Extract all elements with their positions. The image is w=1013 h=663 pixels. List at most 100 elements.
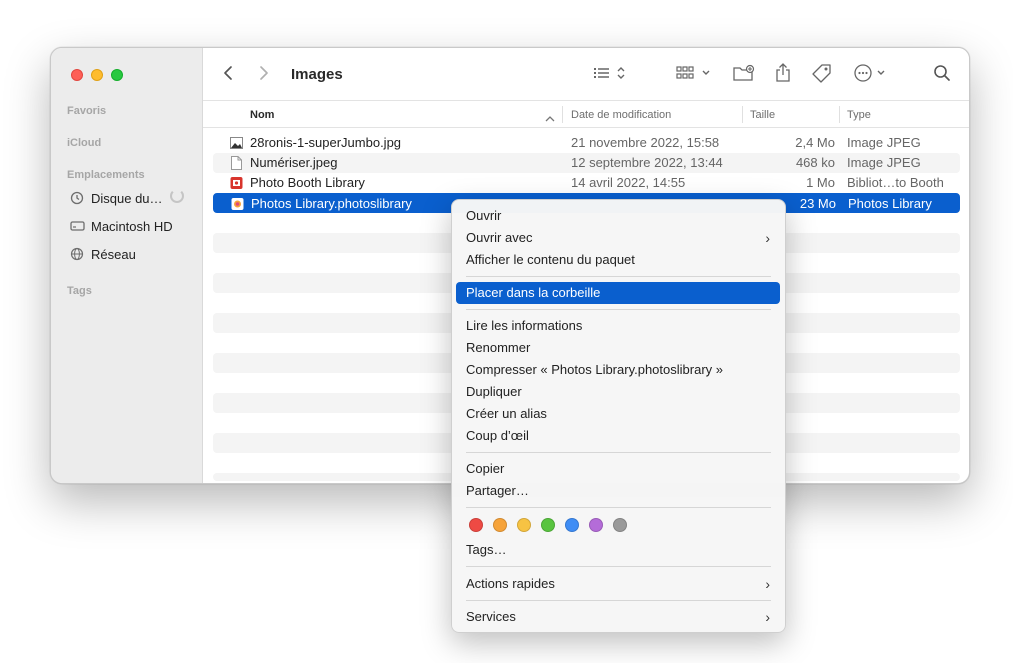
tag-purple-button[interactable] xyxy=(589,518,603,532)
menu-separator xyxy=(466,276,771,277)
share-icon xyxy=(775,62,791,88)
view-list-button[interactable] xyxy=(593,63,627,87)
new-folder-button[interactable] xyxy=(733,63,755,87)
file-type: Bibliot…to Booth xyxy=(847,175,944,190)
sidebar-item-label: Disque du… xyxy=(91,190,163,206)
more-actions-button[interactable] xyxy=(853,63,889,87)
tag-gray-button[interactable] xyxy=(613,518,627,532)
column-type[interactable]: Type xyxy=(847,101,871,128)
drive-icon xyxy=(69,218,85,234)
chevron-right-icon xyxy=(259,65,269,86)
list-view-icon xyxy=(593,65,627,86)
sort-up-icon[interactable] xyxy=(545,110,555,128)
column-size[interactable]: Taille xyxy=(750,101,775,128)
menu-separator xyxy=(466,566,771,567)
ellipsis-circle-icon xyxy=(853,63,889,88)
tag-icon xyxy=(811,63,833,88)
window-title: Images xyxy=(291,66,343,83)
menu-item-get-info[interactable]: Lire les informations xyxy=(456,315,780,337)
chevron-right-icon: › xyxy=(765,609,770,625)
menu-item-open-with[interactable]: Ouvrir avec › xyxy=(456,227,780,249)
menu-item-copy[interactable]: Copier xyxy=(456,458,780,480)
photos-library-icon xyxy=(231,197,244,211)
close-button[interactable] xyxy=(71,69,83,81)
menu-item-label: Services xyxy=(466,609,516,624)
file-row[interactable]: 28ronis-1-superJumbo.jpg 21 novembre 202… xyxy=(213,133,960,153)
file-date: 12 septembre 2022, 13:44 xyxy=(571,155,723,170)
group-button[interactable] xyxy=(676,63,712,87)
menu-item-show-contents[interactable]: Afficher le contenu du paquet xyxy=(456,249,780,271)
sidebar-item-label: Réseau xyxy=(91,246,136,262)
sidebar: Favoris iCloud Emplacements Disque du… M… xyxy=(51,48,203,483)
search-button[interactable] xyxy=(933,63,951,87)
menu-item-rename[interactable]: Renommer xyxy=(456,337,780,359)
menu-item-tags[interactable]: Tags… xyxy=(456,539,780,561)
menu-item-quick-look[interactable]: Coup d’œil xyxy=(456,425,780,447)
menu-item-quick-actions[interactable]: Actions rapides › xyxy=(456,573,780,595)
document-file-icon xyxy=(230,156,243,170)
menu-item-open[interactable]: Ouvrir xyxy=(456,205,780,227)
tag-green-button[interactable] xyxy=(541,518,555,532)
tag-yellow-button[interactable] xyxy=(517,518,531,532)
chevron-left-icon xyxy=(223,65,233,86)
menu-item-services[interactable]: Services › xyxy=(456,606,780,628)
sidebar-item-macintosh-hd[interactable]: Macintosh HD xyxy=(69,215,173,237)
menu-separator xyxy=(466,600,771,601)
menu-item-move-to-trash[interactable]: Placer dans la corbeille xyxy=(456,282,780,304)
file-name: Numériser.jpeg xyxy=(250,155,338,170)
menu-separator xyxy=(466,452,771,453)
column-divider[interactable] xyxy=(562,106,563,123)
sync-spinner-icon xyxy=(170,189,184,203)
column-divider[interactable] xyxy=(742,106,743,123)
sidebar-item-disque[interactable]: Disque du… xyxy=(69,187,163,209)
file-type: Image JPEG xyxy=(847,135,921,150)
file-type: Photos Library xyxy=(848,196,932,211)
image-file-icon xyxy=(230,136,243,150)
sidebar-item-reseau[interactable]: Réseau xyxy=(69,243,136,265)
photo-booth-icon xyxy=(230,176,243,190)
menu-separator xyxy=(466,309,771,310)
menu-item-make-alias[interactable]: Créer un alias xyxy=(456,403,780,425)
sidebar-section-emplacements[interactable]: Emplacements xyxy=(67,169,145,181)
file-name: 28ronis-1-superJumbo.jpg xyxy=(250,135,402,150)
menu-item-label: Actions rapides xyxy=(466,576,555,591)
sidebar-section-favoris[interactable]: Favoris xyxy=(67,105,106,117)
zoom-button[interactable] xyxy=(111,69,123,81)
minimize-button[interactable] xyxy=(91,69,103,81)
sidebar-item-label: Macintosh HD xyxy=(91,218,173,234)
menu-item-compress[interactable]: Compresser « Photos Library.photoslibrar… xyxy=(456,359,780,381)
file-row[interactable]: Numériser.jpeg 12 septembre 2022, 13:44 … xyxy=(213,153,960,173)
new-folder-icon xyxy=(733,64,755,87)
file-size: 1 Mo xyxy=(806,175,835,190)
menu-separator xyxy=(466,507,771,508)
column-name[interactable]: Nom xyxy=(250,101,274,128)
grid-group-icon xyxy=(676,65,712,86)
clock-icon xyxy=(69,190,85,206)
file-row[interactable]: Photo Booth Library 14 avril 2022, 14:55… xyxy=(213,173,960,193)
tag-red-button[interactable] xyxy=(469,518,483,532)
tag-orange-button[interactable] xyxy=(493,518,507,532)
chevron-right-icon: › xyxy=(765,576,770,592)
menu-item-share[interactable]: Partager… xyxy=(456,480,780,502)
sidebar-section-tags[interactable]: Tags xyxy=(67,285,92,297)
column-header: Nom Date de modification Taille Type xyxy=(203,101,969,128)
menu-item-duplicate[interactable]: Dupliquer xyxy=(456,381,780,403)
globe-icon xyxy=(69,246,85,262)
share-button[interactable] xyxy=(775,62,791,88)
menu-item-label: Ouvrir avec xyxy=(466,230,533,245)
toolbar: Images xyxy=(203,48,969,101)
file-date: 14 avril 2022, 14:55 xyxy=(571,175,686,190)
tag-blue-button[interactable] xyxy=(565,518,579,532)
column-date[interactable]: Date de modification xyxy=(571,101,671,128)
context-menu: Ouvrir Ouvrir avec › Afficher le contenu… xyxy=(451,199,786,633)
file-size: 468 ko xyxy=(795,155,835,170)
search-icon xyxy=(933,64,951,87)
file-size: 2,4 Mo xyxy=(795,135,835,150)
file-date: 21 novembre 2022, 15:58 xyxy=(571,135,720,150)
back-button[interactable] xyxy=(223,63,233,87)
sidebar-section-icloud[interactable]: iCloud xyxy=(67,137,101,149)
forward-button[interactable] xyxy=(259,63,269,87)
column-divider[interactable] xyxy=(839,106,840,123)
tag-button[interactable] xyxy=(811,63,833,87)
chevron-right-icon: › xyxy=(765,230,770,246)
